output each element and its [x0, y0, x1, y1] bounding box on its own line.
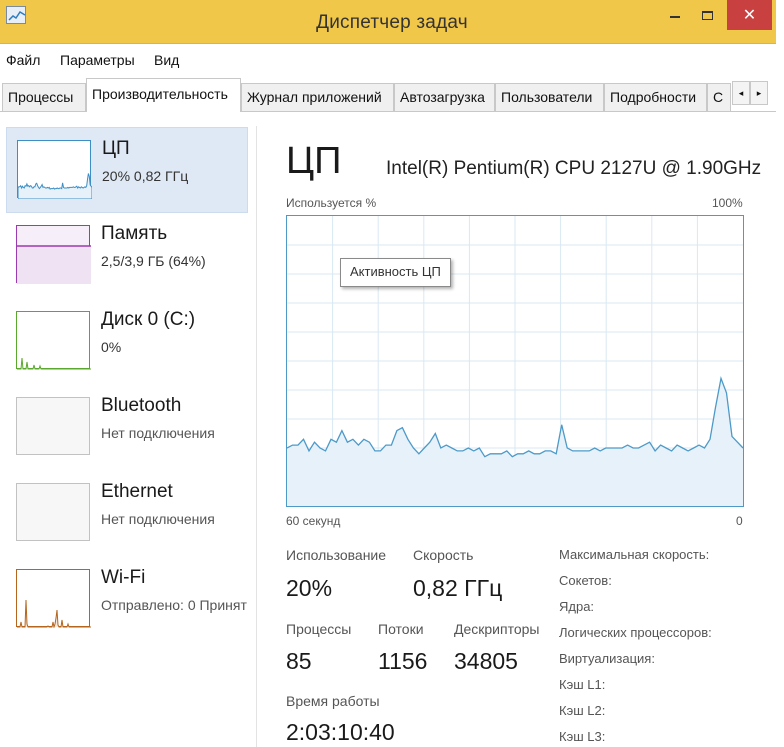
- resource-detail: Нет подключения: [101, 425, 215, 441]
- resource-item-cpu[interactable]: ЦП 20% 0,82 ГГц: [6, 127, 248, 213]
- tab-startup[interactable]: Автозагрузка: [394, 83, 495, 111]
- close-button[interactable]: ✕: [727, 0, 772, 30]
- memory-thumbnail-graph: [16, 225, 91, 284]
- threads-value: 1156: [378, 648, 428, 674]
- l3-cache-label: Кэш L3:: [559, 729, 606, 744]
- processes-value: 85: [286, 648, 312, 674]
- resource-list: ЦП 20% 0,82 ГГц Память 2,5/3,9 ГБ (64%) …: [0, 113, 256, 747]
- speed-value: 0,82 ГГц: [413, 575, 503, 601]
- disk-thumbnail-graph: [16, 311, 91, 370]
- memory-thumbnail-fill: [17, 246, 91, 284]
- page-title: ЦП: [286, 140, 342, 182]
- cpu-thumbnail-graph: [17, 140, 92, 199]
- tab-scroll-left-button[interactable]: ◂: [732, 81, 750, 105]
- tab-processes[interactable]: Процессы: [2, 83, 86, 111]
- graph-y-axis-label: Используется %: [286, 196, 377, 210]
- sockets-label: Сокетов:: [559, 573, 612, 588]
- uptime-label: Время работы: [286, 693, 380, 709]
- graph-x-right-label: 0: [736, 514, 743, 528]
- resource-name: Память: [101, 223, 168, 244]
- tab-users[interactable]: Пользователи: [495, 83, 604, 111]
- menu-view[interactable]: Вид: [154, 52, 179, 68]
- resource-item-ethernet[interactable]: Ethernet Нет подключения: [6, 471, 248, 557]
- resource-name: Bluetooth: [101, 395, 182, 416]
- resource-item-wifi[interactable]: Wi-Fi Отправлено: 0 Принят: [6, 557, 248, 643]
- threads-label: Потоки: [378, 621, 424, 637]
- resource-name: Ethernet: [101, 481, 173, 502]
- menu-file[interactable]: Файл: [6, 52, 40, 68]
- maximize-icon: [701, 10, 713, 20]
- usage-label: Использование: [286, 547, 387, 563]
- resource-item-disk[interactable]: Диск 0 (C:) 0%: [6, 299, 248, 385]
- speed-label: Скорость: [413, 547, 474, 563]
- chevron-right-icon: ▸: [756, 87, 762, 98]
- resource-name: Wi-Fi: [101, 567, 146, 588]
- wifi-thumbnail-line: [17, 599, 91, 628]
- resource-detail: 0%: [101, 339, 122, 355]
- panel-divider: [256, 126, 257, 747]
- l1-cache-label: Кэш L1:: [559, 677, 606, 692]
- graph-y-max-label: 100%: [712, 196, 743, 210]
- wifi-thumbnail-graph: [16, 569, 91, 628]
- title-bar[interactable]: Диспетчер задач ✕: [0, 0, 784, 44]
- ethernet-thumbnail-graph: [16, 483, 90, 541]
- resource-item-bluetooth[interactable]: Bluetooth Нет подключения: [6, 385, 248, 471]
- bluetooth-thumbnail-graph: [16, 397, 90, 455]
- menu-options[interactable]: Параметры: [60, 52, 135, 68]
- graph-tooltip: Активность ЦП: [340, 258, 451, 287]
- resource-detail: 20% 0,82 ГГц: [102, 168, 189, 184]
- maximize-button[interactable]: [692, 0, 722, 30]
- resource-name: ЦП: [102, 138, 130, 159]
- graph-x-left-label: 60 секунд: [286, 514, 341, 528]
- l2-cache-label: Кэш L2:: [559, 703, 606, 718]
- logical-processors-label: Логических процессоров:: [559, 625, 712, 640]
- handles-value: 34805: [454, 648, 518, 674]
- virtualization-label: Виртуализация:: [559, 651, 655, 666]
- minimize-button[interactable]: [660, 0, 690, 30]
- cores-label: Ядра:: [559, 599, 595, 614]
- usage-value: 20%: [286, 575, 333, 601]
- resource-detail: Нет подключения: [101, 511, 215, 527]
- window-right-edge: [776, 0, 784, 747]
- disk-thumbnail-line: [17, 357, 91, 370]
- processes-label: Процессы: [286, 621, 352, 637]
- chevron-left-icon: ◂: [738, 87, 744, 98]
- cpu-model-name: Intel(R) Pentium(R) CPU 2127U @ 1.90GHz: [386, 158, 762, 179]
- tab-details[interactable]: Подробности: [604, 83, 707, 111]
- uptime-value: 2:03:10:40: [286, 719, 395, 745]
- resource-detail: Отправлено: 0 Принят: [101, 597, 247, 613]
- menu-bar: Файл Параметры Вид: [0, 44, 784, 72]
- cpu-thumbnail-line: [18, 173, 92, 199]
- tab-bar: Процессы Производительность Журнал прило…: [0, 72, 784, 112]
- minimize-icon: [670, 16, 680, 18]
- tab-services[interactable]: С: [707, 83, 731, 111]
- resource-name: Диск 0 (C:): [101, 309, 196, 330]
- max-speed-label: Максимальная скорость:: [559, 547, 710, 562]
- tab-performance[interactable]: Производительность: [86, 78, 241, 112]
- tab-app-history[interactable]: Журнал приложений: [241, 83, 394, 111]
- handles-label: Дескрипторы: [454, 621, 540, 637]
- resource-detail: 2,5/3,9 ГБ (64%): [101, 253, 206, 269]
- tab-scroll-right-button[interactable]: ▸: [750, 81, 768, 105]
- resource-item-memory[interactable]: Память 2,5/3,9 ГБ (64%): [6, 213, 248, 299]
- close-icon: ✕: [742, 7, 757, 24]
